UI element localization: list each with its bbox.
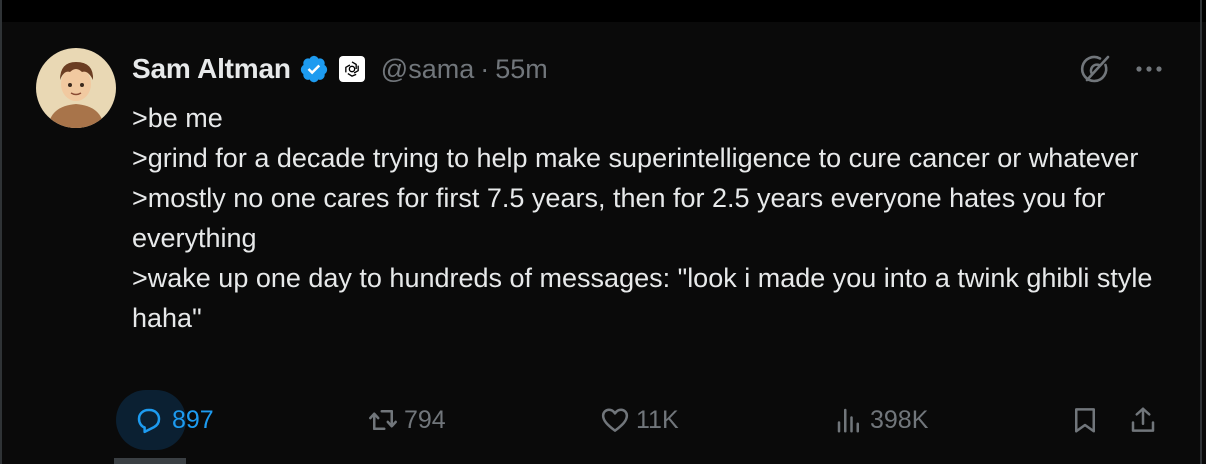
avatar-illustration (36, 48, 116, 128)
post-header: Sam Altman @sama · 55m (132, 50, 548, 88)
reply-count: 897 (172, 405, 214, 434)
like-button[interactable]: 11K (600, 390, 679, 450)
views-button[interactable]: 398K (834, 390, 928, 450)
share-icon (1131, 407, 1155, 432)
author-handle[interactable]: @sama (381, 54, 474, 85)
post-text: >be me >grind for a decade trying to hel… (132, 98, 1172, 338)
post-time[interactable]: 55m (495, 54, 548, 85)
view-count: 398K (870, 405, 929, 434)
post-line: >be me (132, 103, 223, 133)
bookmark-icon (1075, 408, 1095, 433)
author-name[interactable]: Sam Altman (132, 53, 291, 85)
top-band (0, 0, 1206, 24)
repost-button[interactable]: 794 (368, 390, 446, 450)
heart-icon (601, 408, 629, 432)
avatar[interactable] (36, 48, 116, 128)
post-line: >mostly no one cares for first 7.5 years… (132, 183, 1106, 253)
org-badge-icon[interactable] (338, 56, 365, 82)
reply-button[interactable]: 897 (116, 390, 214, 450)
more-options-icon[interactable] (1132, 54, 1166, 84)
repost-count: 794 (404, 405, 446, 434)
openai-logo-icon (344, 61, 359, 77)
scroll-indicator (114, 458, 186, 464)
share-button[interactable] (1128, 390, 1158, 450)
post-line: >grind for a decade trying to help make … (132, 143, 1139, 173)
separator-dot: · (480, 53, 490, 84)
verified-badge-icon[interactable] (299, 54, 329, 84)
bookmark-button[interactable] (1070, 390, 1100, 450)
analytics-icon (837, 408, 859, 433)
reply-icon (137, 408, 161, 434)
like-count: 11K (636, 405, 679, 434)
post-line: >wake up one day to hundreds of messages… (132, 263, 1153, 333)
action-bar: 897 794 11K 398K (0, 390, 1206, 450)
grok-icon[interactable] (1078, 52, 1112, 86)
repost-icon (369, 410, 397, 430)
